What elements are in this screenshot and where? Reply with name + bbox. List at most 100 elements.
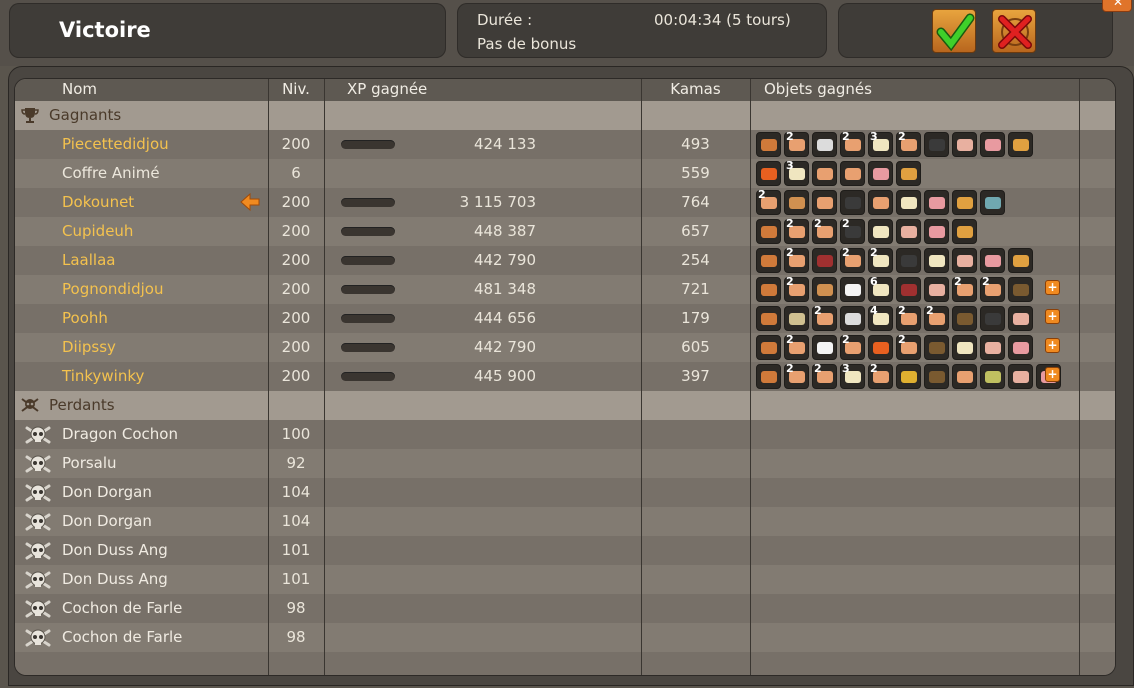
- item-slot[interactable]: [924, 248, 949, 273]
- item-slot[interactable]: 2: [980, 275, 1005, 302]
- item-slot[interactable]: 2: [840, 333, 865, 360]
- item-slot[interactable]: [756, 132, 781, 157]
- loser-row[interactable]: Cochon de Farle 98: [15, 623, 1115, 652]
- item-slot[interactable]: [924, 219, 949, 244]
- loser-row[interactable]: Don Dorgan 104: [15, 507, 1115, 536]
- item-slot[interactable]: [980, 364, 1005, 389]
- item-slot[interactable]: [924, 335, 949, 360]
- cancel-button[interactable]: [992, 9, 1036, 53]
- item-slot[interactable]: 2: [952, 275, 977, 302]
- monster-name[interactable]: Cochon de Farle: [62, 594, 182, 623]
- item-slot[interactable]: [896, 161, 921, 186]
- loser-row[interactable]: Cochon de Farle 98: [15, 594, 1115, 623]
- item-slot[interactable]: [924, 190, 949, 215]
- item-slot[interactable]: [980, 248, 1005, 273]
- item-slot[interactable]: 2: [840, 217, 865, 244]
- winner-row[interactable]: Dokounet 200 3 115 703 764 2: [15, 188, 1115, 217]
- close-button[interactable]: ✕: [1102, 0, 1132, 12]
- item-slot[interactable]: 2: [924, 304, 949, 331]
- loser-row[interactable]: Don Duss Ang 101: [15, 536, 1115, 565]
- item-slot[interactable]: 2: [784, 362, 809, 389]
- item-slot[interactable]: 2: [896, 304, 921, 331]
- item-slot[interactable]: 2: [784, 275, 809, 302]
- winner-row[interactable]: Coffre Animé 6 559 3: [15, 159, 1115, 188]
- item-slot[interactable]: [840, 277, 865, 302]
- item-slot[interactable]: 2: [840, 246, 865, 273]
- player-name[interactable]: Coffre Animé: [62, 159, 160, 188]
- monster-name[interactable]: Don Duss Ang: [62, 536, 168, 565]
- item-slot[interactable]: [812, 335, 837, 360]
- item-slot[interactable]: 6: [868, 275, 893, 302]
- player-name[interactable]: Laallaa: [62, 246, 115, 275]
- winner-row[interactable]: Cupideuh 200 448 387 657 2 2 2: [15, 217, 1115, 246]
- plus-icon[interactable]: +: [1045, 280, 1060, 295]
- item-slot[interactable]: 2: [896, 333, 921, 360]
- item-slot[interactable]: 2: [812, 304, 837, 331]
- loser-row[interactable]: Porsalu 92: [15, 449, 1115, 478]
- winner-row[interactable]: Tinkywinky 200 445 900 397 2 2 3 2 +: [15, 362, 1115, 391]
- item-slot[interactable]: 2: [812, 362, 837, 389]
- item-slot[interactable]: [924, 364, 949, 389]
- item-slot[interactable]: [812, 190, 837, 215]
- item-slot[interactable]: [896, 277, 921, 302]
- item-slot[interactable]: [952, 190, 977, 215]
- item-slot[interactable]: [812, 132, 837, 157]
- winner-row[interactable]: Laallaa 200 442 790 254 2 2 2: [15, 246, 1115, 275]
- item-slot[interactable]: [980, 335, 1005, 360]
- item-slot[interactable]: [756, 161, 781, 186]
- item-slot[interactable]: [756, 306, 781, 331]
- item-slot[interactable]: [896, 190, 921, 215]
- item-slot[interactable]: [1008, 364, 1033, 389]
- item-slot[interactable]: [1008, 306, 1033, 331]
- player-name[interactable]: Piecettedidjou: [62, 130, 169, 159]
- player-name[interactable]: Tinkywinky: [62, 362, 144, 391]
- item-slot[interactable]: [840, 306, 865, 331]
- loser-row[interactable]: Don Dorgan 104: [15, 478, 1115, 507]
- item-slot[interactable]: [868, 335, 893, 360]
- item-slot[interactable]: [1008, 132, 1033, 157]
- player-name[interactable]: Cupideuh: [62, 217, 133, 246]
- item-slot[interactable]: [952, 306, 977, 331]
- item-slot[interactable]: [952, 248, 977, 273]
- item-slot[interactable]: [756, 335, 781, 360]
- item-slot[interactable]: [812, 161, 837, 186]
- player-name[interactable]: Poohh: [62, 304, 108, 333]
- player-name[interactable]: Diipssy: [62, 333, 116, 362]
- item-slot[interactable]: [812, 248, 837, 273]
- item-slot[interactable]: [980, 306, 1005, 331]
- item-slot[interactable]: 3: [784, 159, 809, 186]
- monster-name[interactable]: Don Duss Ang: [62, 565, 168, 594]
- item-slot[interactable]: [756, 364, 781, 389]
- item-slot[interactable]: [868, 161, 893, 186]
- monster-name[interactable]: Don Dorgan: [62, 478, 152, 507]
- monster-name[interactable]: Porsalu: [62, 449, 117, 478]
- item-slot[interactable]: 3: [868, 130, 893, 157]
- item-slot[interactable]: [952, 132, 977, 157]
- item-slot[interactable]: [924, 277, 949, 302]
- item-slot[interactable]: [812, 277, 837, 302]
- winner-row[interactable]: Poohh 200 444 656 179 2 4 2 2 +: [15, 304, 1115, 333]
- player-name[interactable]: Pognondidjou: [62, 275, 163, 304]
- item-slot[interactable]: [756, 277, 781, 302]
- item-slot[interactable]: [952, 364, 977, 389]
- loser-row[interactable]: Don Duss Ang 101: [15, 565, 1115, 594]
- item-slot[interactable]: 2: [756, 188, 781, 215]
- plus-icon[interactable]: +: [1045, 309, 1060, 324]
- item-slot[interactable]: 2: [812, 217, 837, 244]
- item-slot[interactable]: [868, 190, 893, 215]
- item-slot[interactable]: [1008, 277, 1033, 302]
- plus-icon[interactable]: +: [1045, 367, 1060, 382]
- item-slot[interactable]: [784, 190, 809, 215]
- item-slot[interactable]: 2: [784, 130, 809, 157]
- item-slot[interactable]: [756, 219, 781, 244]
- winner-row[interactable]: Diipssy 200 442 790 605 2 2 2 +: [15, 333, 1115, 362]
- item-slot[interactable]: [952, 219, 977, 244]
- item-slot[interactable]: [784, 306, 809, 331]
- item-slot[interactable]: 2: [868, 246, 893, 273]
- item-slot[interactable]: [1008, 335, 1033, 360]
- item-slot[interactable]: 4: [868, 304, 893, 331]
- monster-name[interactable]: Cochon de Farle: [62, 623, 182, 652]
- item-slot[interactable]: [924, 132, 949, 157]
- item-slot[interactable]: [980, 132, 1005, 157]
- item-slot[interactable]: 2: [784, 217, 809, 244]
